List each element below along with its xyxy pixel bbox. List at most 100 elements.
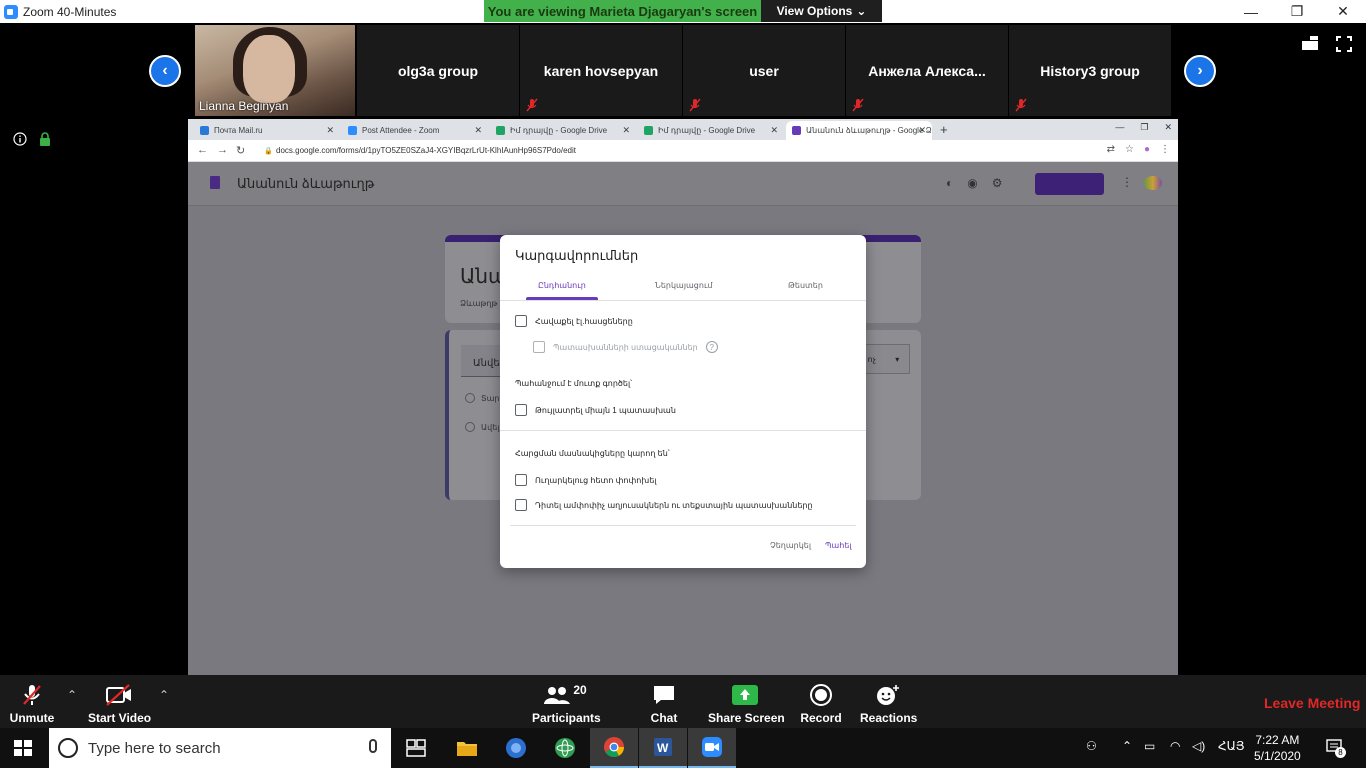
taskbar-search-box[interactable]: Type here to search — [49, 728, 391, 768]
notification-center-button[interactable]: 8 — [1326, 738, 1346, 758]
form-description[interactable]: Ձևաթղթ — [460, 299, 497, 308]
chrome-app-button[interactable] — [590, 728, 638, 768]
window-title: Zoom 40-Minutes — [23, 4, 117, 19]
doc-title[interactable]: Անանուն ձևաթուղթ — [237, 176, 374, 192]
windows-start-icon[interactable] — [14, 740, 32, 756]
volume-icon[interactable]: ◁) — [1192, 739, 1205, 753]
preview-eye-icon[interactable]: ◉ — [967, 176, 977, 190]
more-options-icon[interactable]: ⋮ — [1121, 175, 1133, 189]
restore-icon[interactable]: ❐ — [1140, 122, 1148, 133]
browser-app-button[interactable] — [492, 728, 540, 768]
task-view-button[interactable] — [392, 728, 440, 768]
close-tab-icon[interactable]: ✕ — [326, 125, 334, 136]
avatar[interactable] — [1144, 176, 1162, 190]
close-tab-icon[interactable]: ✕ — [918, 125, 926, 136]
browser-tab[interactable]: Իմ դրայվը - Google Drive ✕ — [490, 121, 636, 140]
leave-meeting-button[interactable]: Leave Meeting — [1264, 695, 1360, 711]
next-page-button[interactable]: › — [1184, 55, 1216, 87]
zoom-app-button[interactable] — [688, 728, 736, 768]
limit-one-response-row[interactable]: Թույլատրել միայն 1 պատասխան — [515, 404, 676, 416]
close-icon[interactable]: ✕ — [1164, 122, 1172, 133]
start-video-button[interactable]: Start Video — [88, 681, 152, 725]
browser-tab-active[interactable]: Անանուն ձևաթուղթ - Google Ձ ✕ — [786, 121, 932, 140]
audio-options-caret-icon[interactable]: ⌃ — [67, 688, 77, 702]
reload-icon[interactable]: ↻ — [236, 144, 245, 157]
windows-taskbar: Type here to search W ⚇ ⌃ ▭ ◠ ◁) ՀԱՅ 7:2… — [0, 728, 1366, 768]
participant-tile[interactable]: History3 group — [1009, 25, 1171, 116]
edit-after-submit-row[interactable]: Ուղարկելուց հետո փոփոխել — [515, 474, 656, 486]
tab-presentation[interactable]: Ներկայացում — [655, 281, 712, 290]
checkbox[interactable] — [515, 474, 527, 486]
microphone-icon[interactable] — [369, 739, 377, 753]
bookmark-star-icon[interactable]: ☆ — [1125, 144, 1134, 155]
checkbox[interactable] — [515, 499, 527, 511]
battery-icon[interactable]: ▭ — [1144, 739, 1155, 753]
see-summary-row[interactable]: Դիտել ամփոփիչ աղյուսակներն ու տեքստային … — [515, 499, 813, 511]
input-language[interactable]: ՀԱՅ — [1218, 739, 1245, 753]
tab-general[interactable]: Ընդհանուր — [538, 281, 586, 290]
tab-quizzes[interactable]: Թեստեր — [788, 281, 823, 290]
option-row[interactable]: Ավել — [465, 422, 499, 432]
mic-muted-icon — [1015, 98, 1027, 112]
participant-tile[interactable]: Анжела Алекса... — [846, 25, 1008, 116]
fullscreen-icon[interactable] — [1336, 36, 1352, 52]
back-icon[interactable]: ← — [197, 144, 208, 156]
search-placeholder: Type here to search — [88, 739, 221, 757]
record-button[interactable]: Record — [798, 681, 844, 725]
url-field[interactable]: docs.google.com/forms/d/1pyTO5ZE0SZaJ4-X… — [276, 146, 576, 155]
save-button[interactable]: Պահել — [825, 541, 852, 550]
unmute-button[interactable]: Unmute — [8, 681, 56, 725]
wifi-icon[interactable]: ◠ — [1170, 739, 1180, 753]
clock[interactable]: 7:22 AM 5/1/2020 — [1254, 732, 1301, 764]
participant-tile[interactable]: olg3a group — [357, 25, 519, 116]
translate-icon[interactable]: ⇄ — [1107, 144, 1115, 155]
video-options-caret-icon[interactable]: ⌃ — [159, 688, 169, 702]
collect-emails-label: Հավաքել էլ.հասցեները — [535, 316, 633, 326]
close-tab-icon[interactable]: ✕ — [622, 125, 630, 136]
file-explorer-button[interactable] — [443, 728, 491, 768]
prev-page-button[interactable]: ‹ — [149, 55, 181, 87]
restore-icon[interactable]: ❐ — [1274, 0, 1320, 23]
reactions-button[interactable]: Reactions — [860, 681, 917, 725]
help-icon[interactable]: ? — [705, 341, 718, 353]
minimize-icon[interactable]: — — [1115, 122, 1124, 133]
settings-gear-icon[interactable]: ⚙ — [992, 176, 1003, 190]
close-tab-icon[interactable]: ✕ — [474, 125, 482, 136]
extension-icon[interactable]: ● — [1144, 144, 1150, 155]
browser-tab[interactable]: Post Attendee - Zoom ✕ — [342, 121, 488, 140]
lock-icon[interactable] — [39, 132, 51, 146]
info-icon[interactable] — [13, 132, 27, 146]
participant-tile[interactable]: user — [683, 25, 845, 116]
divider — [510, 525, 856, 526]
svg-text:W: W — [657, 741, 669, 755]
option-row[interactable]: Տարբ — [465, 393, 505, 403]
forward-icon[interactable]: → — [217, 144, 228, 156]
browser-tab[interactable]: Իմ դրայվը - Google Drive ✕ — [638, 121, 784, 140]
people-icon[interactable]: ⚇ — [1086, 739, 1097, 753]
menu-dots-icon[interactable]: ⋮ — [1160, 144, 1170, 155]
checkbox[interactable] — [515, 315, 527, 327]
chat-button[interactable]: Chat — [642, 681, 686, 725]
cancel-button[interactable]: Չեղարկել — [770, 541, 811, 550]
screen: Zoom 40-Minutes You are viewing Marieta … — [0, 0, 1366, 768]
gallery-view-icon[interactable] — [1302, 36, 1318, 50]
show-hidden-icons-icon[interactable]: ⌃ — [1122, 739, 1132, 753]
minimize-icon[interactable]: — — [1228, 0, 1274, 23]
atom-app-button[interactable] — [541, 728, 589, 768]
browser-tab[interactable]: Почта Mail.ru ✕ — [194, 121, 340, 140]
palette-icon[interactable]: ◐ — [946, 176, 953, 190]
share-screen-button[interactable]: Share Screen — [708, 681, 785, 725]
participants-button[interactable]: 20 Participants — [532, 681, 601, 725]
close-tab-icon[interactable]: ✕ — [770, 125, 778, 136]
close-icon[interactable]: ✕ — [1320, 0, 1366, 23]
new-tab-icon[interactable]: + — [940, 122, 948, 137]
word-app-button[interactable]: W — [639, 728, 687, 768]
start-video-label: Start Video — [88, 711, 152, 725]
collect-emails-row[interactable]: Հավաքել էլ.հասցեները — [515, 315, 633, 327]
send-button[interactable] — [1035, 173, 1104, 195]
view-options-button[interactable]: View Options ⌄ — [761, 0, 882, 22]
participant-tile[interactable]: karen hovsepyan — [520, 25, 682, 116]
tab-title: Անանուն ձևաթուղթ - Google Ձ — [806, 126, 932, 135]
checkbox[interactable] — [515, 404, 527, 416]
participant-video-tile[interactable]: Lianna Beginyan — [195, 25, 355, 116]
